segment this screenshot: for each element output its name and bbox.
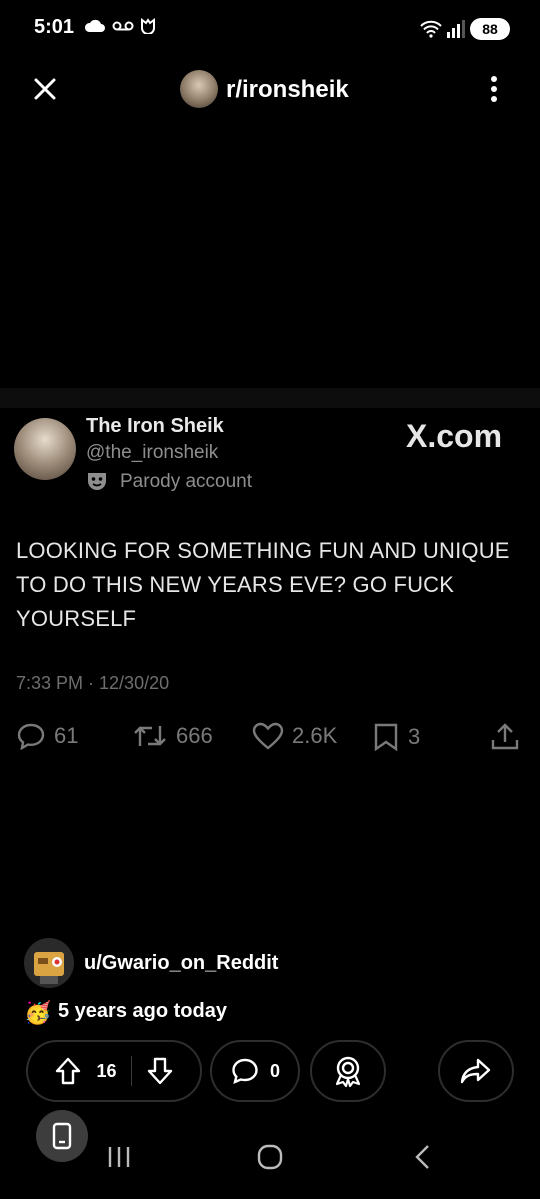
tweet-retweets: 666 — [132, 722, 213, 750]
back-icon[interactable] — [408, 1142, 438, 1172]
vote-separator — [130, 1056, 132, 1086]
subreddit-title[interactable]: r/ironsheik — [226, 76, 349, 104]
comments-button[interactable]: 0 — [210, 1040, 300, 1102]
heart-icon — [252, 722, 284, 750]
notification-app-icon — [141, 18, 155, 34]
status-time: 5:01 — [34, 16, 75, 38]
upvote-icon[interactable] — [54, 1056, 82, 1086]
bookmark-icon — [374, 723, 398, 752]
tweet-author-avatar — [14, 418, 76, 480]
parody-mask-icon — [88, 473, 106, 490]
retweet-icon — [134, 726, 166, 746]
reply-icon — [17, 723, 45, 750]
recent-apps-icon[interactable] — [104, 1142, 134, 1172]
tweet-share-icon — [491, 723, 519, 750]
image-top-band — [0, 388, 540, 408]
tweet-likes: 2.6K — [252, 722, 337, 750]
wifi-icon — [420, 20, 442, 38]
award-button[interactable] — [310, 1040, 386, 1102]
subreddit-avatar[interactable] — [180, 70, 218, 108]
parody-account-label: Parody account — [120, 471, 253, 492]
voicemail-icon — [112, 21, 134, 31]
x-com-logo-text: X.com — [406, 418, 503, 454]
like-count: 2.6K — [292, 723, 338, 748]
tweet-author-handle: @the_ironsheik — [86, 442, 219, 463]
anniversary-label: 5 years ago today — [58, 1000, 227, 1022]
close-icon[interactable] — [28, 72, 62, 106]
tweet-timestamp: 7:33 PM · 12/30/20 — [16, 673, 170, 693]
home-icon[interactable] — [255, 1142, 285, 1172]
battery-indicator: 88 — [470, 18, 510, 40]
vote-pill: 16 — [26, 1040, 202, 1102]
share-arrow-icon — [460, 1058, 491, 1084]
status-icons-left — [84, 18, 156, 34]
vote-count: 16 — [96, 1060, 117, 1081]
tweet-replies: 61 — [16, 722, 78, 750]
signal-icon — [447, 20, 465, 38]
cloud-icon — [84, 19, 105, 32]
reply-count: 61 — [54, 723, 79, 748]
tweet-author-name: The Iron Sheik — [86, 415, 224, 437]
snoo-avatar-icon — [34, 952, 64, 984]
floating-screenshot-button[interactable] — [36, 1110, 88, 1162]
tweet-body: LOOKING FOR SOMETHING FUN AND UNIQUE TO … — [16, 538, 510, 631]
phone-icon — [52, 1122, 72, 1150]
bookmark-count: 3 — [408, 724, 421, 749]
award-icon — [335, 1056, 361, 1088]
post-username[interactable]: u/Gwario_on_Reddit — [84, 952, 278, 975]
user-avatar[interactable] — [24, 938, 74, 988]
tweet-bookmarks: 3 — [372, 722, 420, 752]
battery-level: 88 — [482, 21, 498, 37]
party-face-icon: 🥳 — [24, 1000, 52, 1025]
share-button[interactable] — [438, 1040, 514, 1102]
retweet-count: 666 — [176, 723, 213, 748]
comment-icon — [232, 1058, 258, 1085]
more-options-icon[interactable] — [482, 72, 506, 106]
comment-count: 0 — [269, 1060, 280, 1081]
downvote-icon[interactable] — [146, 1056, 174, 1086]
